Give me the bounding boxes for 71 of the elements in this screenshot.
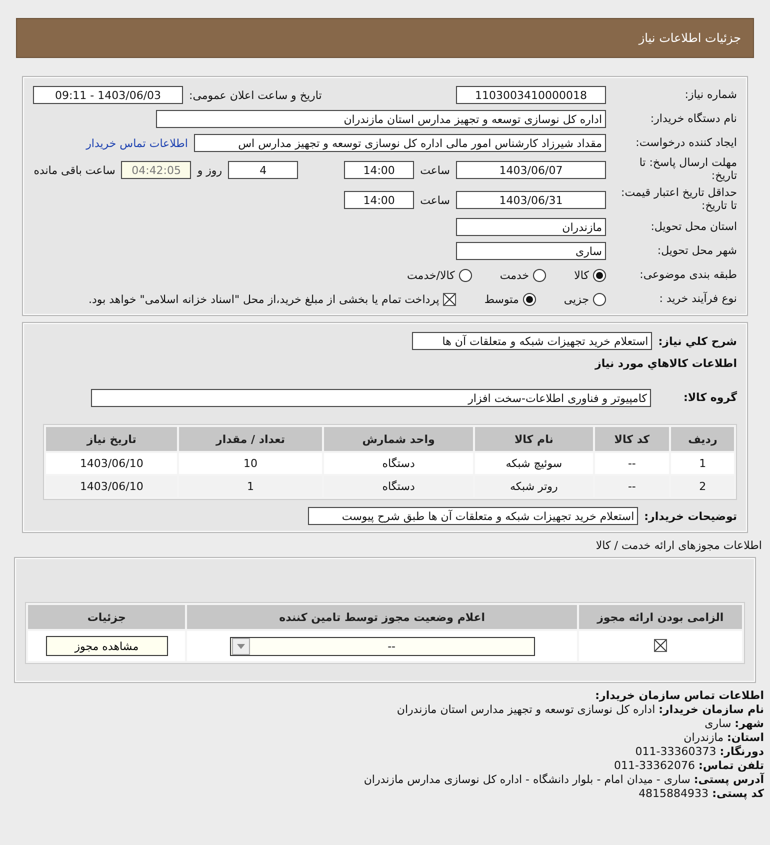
buyer-notes-field: استعلام خرید تجهیزات شبکه و متعلقات آن ها طبق شرح پیوست bbox=[308, 507, 638, 525]
field-label: شماره نیاز: bbox=[684, 88, 737, 102]
column-header: کد کالا bbox=[594, 427, 670, 451]
radio-label: کالا bbox=[574, 268, 589, 282]
field-label: مهلت ارسال پاسخ: تا تاریخ: bbox=[638, 157, 737, 183]
radio-label: متوسط bbox=[484, 292, 519, 306]
field-label: شهر محل تحویل: bbox=[656, 244, 737, 258]
field-label: گروه کالا: bbox=[682, 392, 737, 404]
checkbox-label: پرداخت تمام یا بخشی از مبلغ خرید،از محل "اسناد خزانه اسلامی" خواهد بود. bbox=[88, 292, 440, 306]
radio-button[interactable] bbox=[593, 292, 606, 306]
buyer-contact-link[interactable]: اطلاعات تماس خریدار bbox=[86, 136, 188, 150]
deadline-date-field: 1403/06/07 bbox=[456, 161, 606, 179]
field-label: نوع فرآیند خرید : bbox=[658, 292, 737, 306]
column-header: اعلام وضعیت مجوز توسط تامین کننده bbox=[187, 605, 577, 629]
buyer-field: اداره کل نوسازی توسعه و تجهیز مدارس استان مازندران bbox=[156, 110, 606, 128]
field-label: روز و bbox=[197, 164, 222, 176]
radio-button[interactable] bbox=[593, 268, 606, 282]
requester-field: مقداد شیرزاد کارشناس امور مالی اداره کل نوسازی توسعه و تجهیز مدارس اس bbox=[194, 134, 606, 152]
contact-line: شهر: ساری bbox=[704, 717, 765, 731]
contact-line: استان: مازندران bbox=[682, 731, 765, 745]
field-label: شرح کلي نیاز: bbox=[658, 334, 737, 348]
table-cell: 1403/06/10 bbox=[46, 453, 178, 474]
contact-heading: اطلاعات تماس سازمان خریدار: bbox=[594, 689, 765, 703]
radio-label: کالا/خدمت bbox=[407, 268, 455, 282]
view-permit-button[interactable]: مشاهده مجوز bbox=[46, 636, 168, 656]
column-header: ردیف bbox=[671, 427, 734, 451]
deadline-time-field: 14:00 bbox=[344, 161, 414, 179]
page-header: جزئیات اطلاعات نیاز bbox=[16, 18, 754, 58]
section-heading: اطلاعات مجوزهای ارائه خدمت / کالا bbox=[594, 539, 763, 552]
radio-button[interactable] bbox=[533, 268, 546, 282]
table-cell: -- bbox=[594, 453, 670, 474]
radio-label: خدمت bbox=[500, 268, 530, 282]
table-cell: سوئیچ شبکه bbox=[475, 453, 592, 474]
goods-group-field: کامپیوتر و فناوری اطلاعات-سخت افزار bbox=[91, 389, 651, 407]
checkbox[interactable] bbox=[443, 292, 456, 306]
field-label: حداقل تاریخ اعتبار قیمت: تا تاریخ: bbox=[620, 187, 737, 213]
radio-button[interactable] bbox=[522, 292, 536, 306]
field-label: ساعت bbox=[420, 164, 450, 176]
validity-date-field: 1403/06/31 bbox=[456, 191, 606, 209]
field-label: ساعت bbox=[420, 194, 450, 206]
section-heading: اطلاعات کالاهاي مورد نیاز bbox=[594, 357, 737, 370]
field-label: استان محل تحویل: bbox=[650, 220, 737, 234]
field-label: توضیحات خریدار: bbox=[644, 510, 737, 522]
city-field: ساری bbox=[456, 242, 606, 260]
announce-date-field: 1403/06/03 - 09:11 bbox=[33, 86, 183, 104]
table-cell: 1 bbox=[671, 453, 734, 474]
remaining-time-field: 04:42:05 bbox=[121, 161, 192, 179]
column-header: تاریخ نیاز bbox=[46, 427, 178, 451]
status-dropdown[interactable]: -- bbox=[230, 636, 535, 656]
province-field: مازندران bbox=[456, 218, 606, 236]
column-header: تعداد / مقدار bbox=[179, 427, 322, 451]
field-label: ایجاد کننده درخواست: bbox=[634, 136, 737, 150]
table-cell: دستگاه bbox=[324, 453, 474, 474]
field-label: طبقه بندی موضوعی: bbox=[638, 268, 737, 282]
field-label: نام دستگاه خریدار: bbox=[649, 112, 737, 126]
need-number-field: 1103003410000018 bbox=[456, 86, 606, 104]
contact-line: نام سازمان خریدار: اداره کل نوسازی توسعه و تجهیز مدارس استان مازندران bbox=[396, 703, 765, 717]
field-label: تاریخ و ساعت اعلان عمومی: bbox=[189, 88, 322, 102]
column-header: واحد شمارش bbox=[324, 427, 474, 451]
column-header: جزئیات bbox=[28, 605, 186, 629]
field-label: ساعت باقی مانده bbox=[34, 164, 116, 176]
column-header: نام کالا bbox=[475, 427, 592, 451]
summary-field: استعلام خرید تجهیزات شبکه و متعلقات آن ها bbox=[412, 332, 652, 350]
radio-label: جزیی bbox=[564, 292, 589, 306]
contact-line: آدرس پستی: ساری - میدان امام - بلوار دانشگاه - اداره کل نوسازی مدارس مازندران bbox=[362, 773, 766, 787]
validity-time-field: 14:00 bbox=[344, 191, 414, 209]
table-cell: 10 bbox=[179, 453, 322, 474]
checkbox[interactable] bbox=[654, 638, 667, 652]
column-header: الزامی بودن ارائه مجوز bbox=[578, 605, 742, 629]
radio-button[interactable] bbox=[458, 268, 472, 282]
days-field: 4 bbox=[228, 161, 298, 179]
